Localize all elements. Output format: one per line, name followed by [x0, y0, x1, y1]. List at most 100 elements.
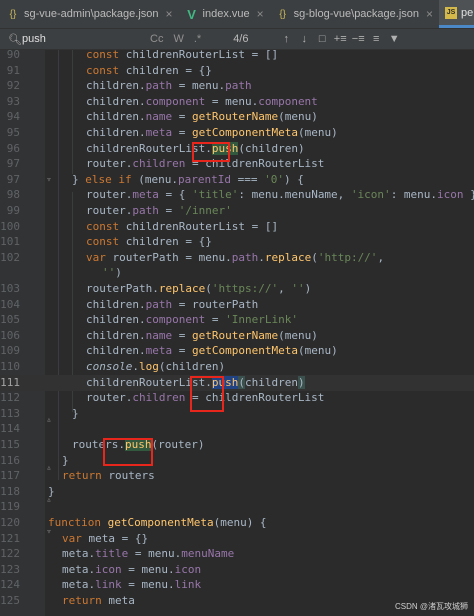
line-number: 97 [6, 172, 20, 186]
regex-toggle[interactable]: .* [194, 33, 201, 45]
tab-2[interactable]: {} sg-blog-vue\package.json × [270, 0, 439, 28]
tab-3[interactable]: JSpermission.js× [439, 0, 474, 28]
close-icon[interactable]: × [426, 7, 433, 21]
toggle-selection-icon[interactable]: ≡ [367, 33, 385, 45]
code-line[interactable]: 117 return routers [0, 468, 474, 484]
code-token: ( [205, 282, 212, 295]
code-token: path [231, 250, 259, 264]
line-number: 106 [0, 328, 20, 342]
find-input[interactable]: push [22, 33, 150, 45]
code-line[interactable]: 118} [0, 484, 474, 500]
code-token: = menu. [121, 562, 175, 576]
code-token: meta. [62, 578, 96, 592]
code-line[interactable]: 114 [0, 421, 474, 437]
code-line[interactable]: 115 routers.push(router) [0, 437, 474, 453]
code-token: router. [86, 188, 133, 202]
code-line[interactable]: 97} else if (menu.parentId === '0') { [0, 172, 474, 188]
code-token: ) { [283, 172, 304, 186]
line-number: 92 [6, 79, 20, 93]
code-line[interactable]: 94 children.name = getRouterName(menu) [0, 109, 474, 125]
close-icon[interactable]: × [166, 7, 173, 21]
line-number: 121 [0, 531, 20, 545]
code-token: children. [86, 94, 146, 108]
add-selection-icon[interactable]: +≡ [331, 33, 349, 45]
code-line[interactable]: 103 routerPath.replace('https://', '') [0, 281, 474, 297]
filter-icon[interactable]: ▼ [385, 33, 403, 45]
code-line[interactable]: '') [0, 265, 474, 281]
code-token: (router) [151, 438, 205, 451]
code-line[interactable]: 102 var routerPath = menu.path.replace('h… [0, 250, 474, 266]
code-token: childrenRouterList = [] [125, 219, 279, 233]
close-icon[interactable]: × [257, 7, 264, 21]
code-line[interactable]: 91 const children = {} [0, 63, 474, 79]
line-number: 99 [6, 204, 20, 217]
code-token: '0' [264, 172, 284, 186]
next-match-icon[interactable]: ↓ [295, 33, 313, 45]
code-line[interactable]: 121 var meta = {} [0, 531, 474, 547]
code-line[interactable]: 122 meta.title = menu.menuName [0, 546, 474, 562]
code-token: name [145, 328, 173, 342]
code-line[interactable]: 104 children.path = routerPath [0, 297, 474, 313]
code-token: children. [86, 328, 146, 342]
code-token: 'http://' [317, 250, 378, 264]
code-token: } [48, 484, 55, 498]
code-line[interactable]: 110 console.log(children) [0, 359, 474, 375]
code-line[interactable]: 101 const children = {} [0, 234, 474, 250]
code-token: icon [95, 562, 122, 576]
code-line[interactable]: 113} [0, 406, 474, 422]
line-number: 117 [0, 469, 20, 483]
code-text: } [62, 453, 69, 469]
code-token: (children) [158, 360, 226, 373]
code-token: getComponentMeta [191, 344, 298, 358]
code-line[interactable]: 96 childrenRouterList.push(children) [0, 141, 474, 157]
code-token: function [48, 516, 108, 529]
code-token: const [86, 235, 126, 249]
code-line[interactable]: 112 router.children = childrenRouterList [0, 390, 474, 406]
code-line[interactable]: 97 router.children = childrenRouterList [0, 156, 474, 172]
match-case-toggle[interactable]: Cc [150, 33, 163, 45]
code-line[interactable]: 98 router.meta = { 'title': menu.menuName… [0, 187, 474, 203]
remove-selection-icon[interactable]: −≡ [349, 33, 367, 45]
line-number: 100 [0, 219, 20, 233]
code-line[interactable]: 109 children.meta = getComponentMeta(menu… [0, 343, 474, 359]
previous-match-icon[interactable]: ↑ [277, 33, 295, 45]
code-token: icon [437, 188, 464, 202]
code-line[interactable]: 95 children.meta = getComponentMeta(menu) [0, 125, 474, 141]
code-text: children.component = 'InnerLink' [86, 312, 298, 328]
code-token: ) [115, 266, 122, 280]
code-token: } [72, 172, 86, 186]
code-line[interactable]: 120 function getComponentMeta(menu) { [0, 515, 474, 531]
code-line[interactable]: 90 const childrenRouterList = [] [0, 50, 474, 63]
code-text: const children = {} [86, 234, 212, 250]
code-line[interactable]: 111 childrenRouterList.push(children) [0, 374, 474, 391]
js-file-icon: JS [445, 6, 458, 19]
select-all-occurrences-icon[interactable]: □ [313, 33, 331, 45]
code-token: ( [238, 375, 245, 389]
code-line[interactable]: 116} [0, 453, 474, 469]
code-line[interactable]: 100 const childrenRouterList = [] [0, 219, 474, 235]
code-text: children.name = getRouterName(menu) [86, 328, 318, 344]
code-line[interactable]: 123 meta.icon = menu.icon [0, 562, 474, 578]
code-line[interactable]: 105 children.component = 'InnerLink' [0, 312, 474, 328]
code-line[interactable]: 99 router.path = '/inner' [0, 203, 474, 219]
code-editor[interactable]: ▿ ▵ ▵ ▵ ▿ 90 const childrenRouterList = [… [0, 50, 474, 616]
code-token: var [86, 250, 113, 264]
tab-label: index.vue [202, 8, 250, 20]
code-line[interactable]: 106 children.name = getRouterName(menu) [0, 328, 474, 344]
code-token: var [62, 531, 89, 545]
tab-1[interactable]: Vindex.vue × [179, 0, 270, 28]
code-token: children. [86, 126, 146, 139]
line-number: 116 [0, 453, 20, 467]
code-line[interactable]: 124 meta.link = menu.link [0, 577, 474, 593]
code-line[interactable]: 119 [0, 499, 474, 515]
whole-words-toggle[interactable]: W [173, 33, 183, 45]
code-token: path [145, 297, 173, 311]
code-line[interactable]: 92 children.path = menu.path [0, 78, 474, 94]
code-token: link [174, 578, 202, 592]
code-token: meta. [62, 547, 96, 561]
code-line[interactable]: 93 children.component = menu.component [0, 94, 474, 110]
tab-0[interactable]: {} sg-vue-admin\package.json × [0, 0, 179, 28]
search-icon[interactable]: 🔍︎ [8, 33, 22, 46]
code-token: children [132, 391, 186, 405]
json-file-icon: {} [279, 8, 286, 20]
